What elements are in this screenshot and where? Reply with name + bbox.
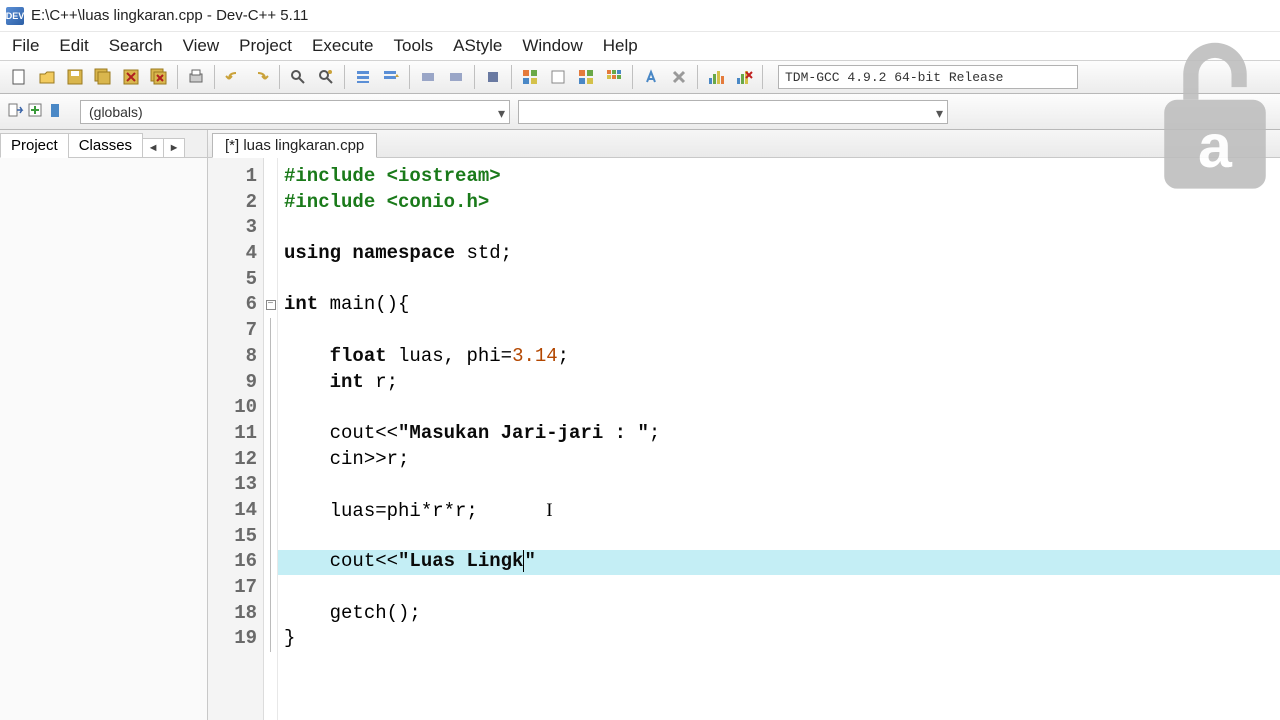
profile-button[interactable] [703,64,729,90]
toolbar-scope: (globals)▾ ▾ [0,94,1280,130]
watermark-lock-icon: a [1150,30,1280,195]
menu-view[interactable]: View [179,34,224,58]
menu-astyle[interactable]: AStyle [449,34,506,58]
debug-button[interactable] [638,64,664,90]
sidebar: Project Classes ◄ ► [0,130,208,720]
goto-bookmark-button[interactable] [378,64,404,90]
window-title: E:\C++\luas lingkaran.cpp - Dev-C++ 5.11 [31,7,308,24]
menu-edit[interactable]: Edit [55,34,92,58]
close-all-button[interactable] [146,64,172,90]
tab-scroll-right[interactable]: ► [163,138,185,158]
menu-file[interactable]: File [8,34,43,58]
compile-run-button[interactable] [573,64,599,90]
fold-column: − [264,158,278,720]
editor-tabs: [*] luas lingkaran.cpp [208,130,1280,158]
menu-project[interactable]: Project [235,34,296,58]
file-tab[interactable]: [*] luas lingkaran.cpp [212,133,377,158]
redo-button[interactable] [248,64,274,90]
compiler-select[interactable]: TDM-GCC 4.9.2 64-bit Release [778,65,1078,89]
nav-fwd-button[interactable] [443,64,469,90]
find-button[interactable] [285,64,311,90]
text-cursor-icon: I [546,500,552,521]
bookmark-toggle-button[interactable] [46,101,64,122]
rebuild-button[interactable] [601,64,627,90]
open-button[interactable] [34,64,60,90]
new-file-button[interactable] [6,64,32,90]
svg-text:a: a [1198,112,1233,180]
nav-back-button[interactable] [415,64,441,90]
undo-button[interactable] [220,64,246,90]
replace-button[interactable] [313,64,339,90]
stop-button[interactable] [480,64,506,90]
stop-exec-button[interactable] [666,64,692,90]
menu-execute[interactable]: Execute [308,34,377,58]
editor-area: [*] luas lingkaran.cpp 12345678910111213… [208,130,1280,720]
insert-button[interactable] [26,101,44,122]
line-gutter: 12345678910111213141516171819 [208,158,264,720]
tab-classes[interactable]: Classes [68,133,143,158]
menu-help[interactable]: Help [599,34,642,58]
delete-profile-button[interactable] [731,64,757,90]
menu-search[interactable]: Search [105,34,167,58]
code-editor[interactable]: 12345678910111213141516171819 − #include… [208,158,1280,720]
fold-toggle-icon[interactable]: − [266,300,276,310]
member-select[interactable]: ▾ [518,100,948,124]
run-button[interactable] [545,64,571,90]
print-button[interactable] [183,64,209,90]
titlebar: DEV E:\C++\luas lingkaran.cpp - Dev-C++ … [0,0,1280,32]
source-text[interactable]: #include <iostream> #include <conio.h> u… [278,158,1280,720]
save-button[interactable] [62,64,88,90]
scope-select[interactable]: (globals)▾ [80,100,510,124]
menubar: File Edit Search View Project Execute To… [0,32,1280,60]
toggle-bookmark-button[interactable] [350,64,376,90]
menu-window[interactable]: Window [518,34,586,58]
save-all-button[interactable] [90,64,116,90]
tab-project[interactable]: Project [0,133,69,158]
toolbar-main: TDM-GCC 4.9.2 64-bit Release [0,60,1280,94]
menu-tools[interactable]: Tools [389,34,437,58]
app-icon: DEV [6,7,24,25]
tab-scroll-left[interactable]: ◄ [142,138,164,158]
compile-button[interactable] [517,64,543,90]
goto-button[interactable] [6,101,24,122]
close-button[interactable] [118,64,144,90]
